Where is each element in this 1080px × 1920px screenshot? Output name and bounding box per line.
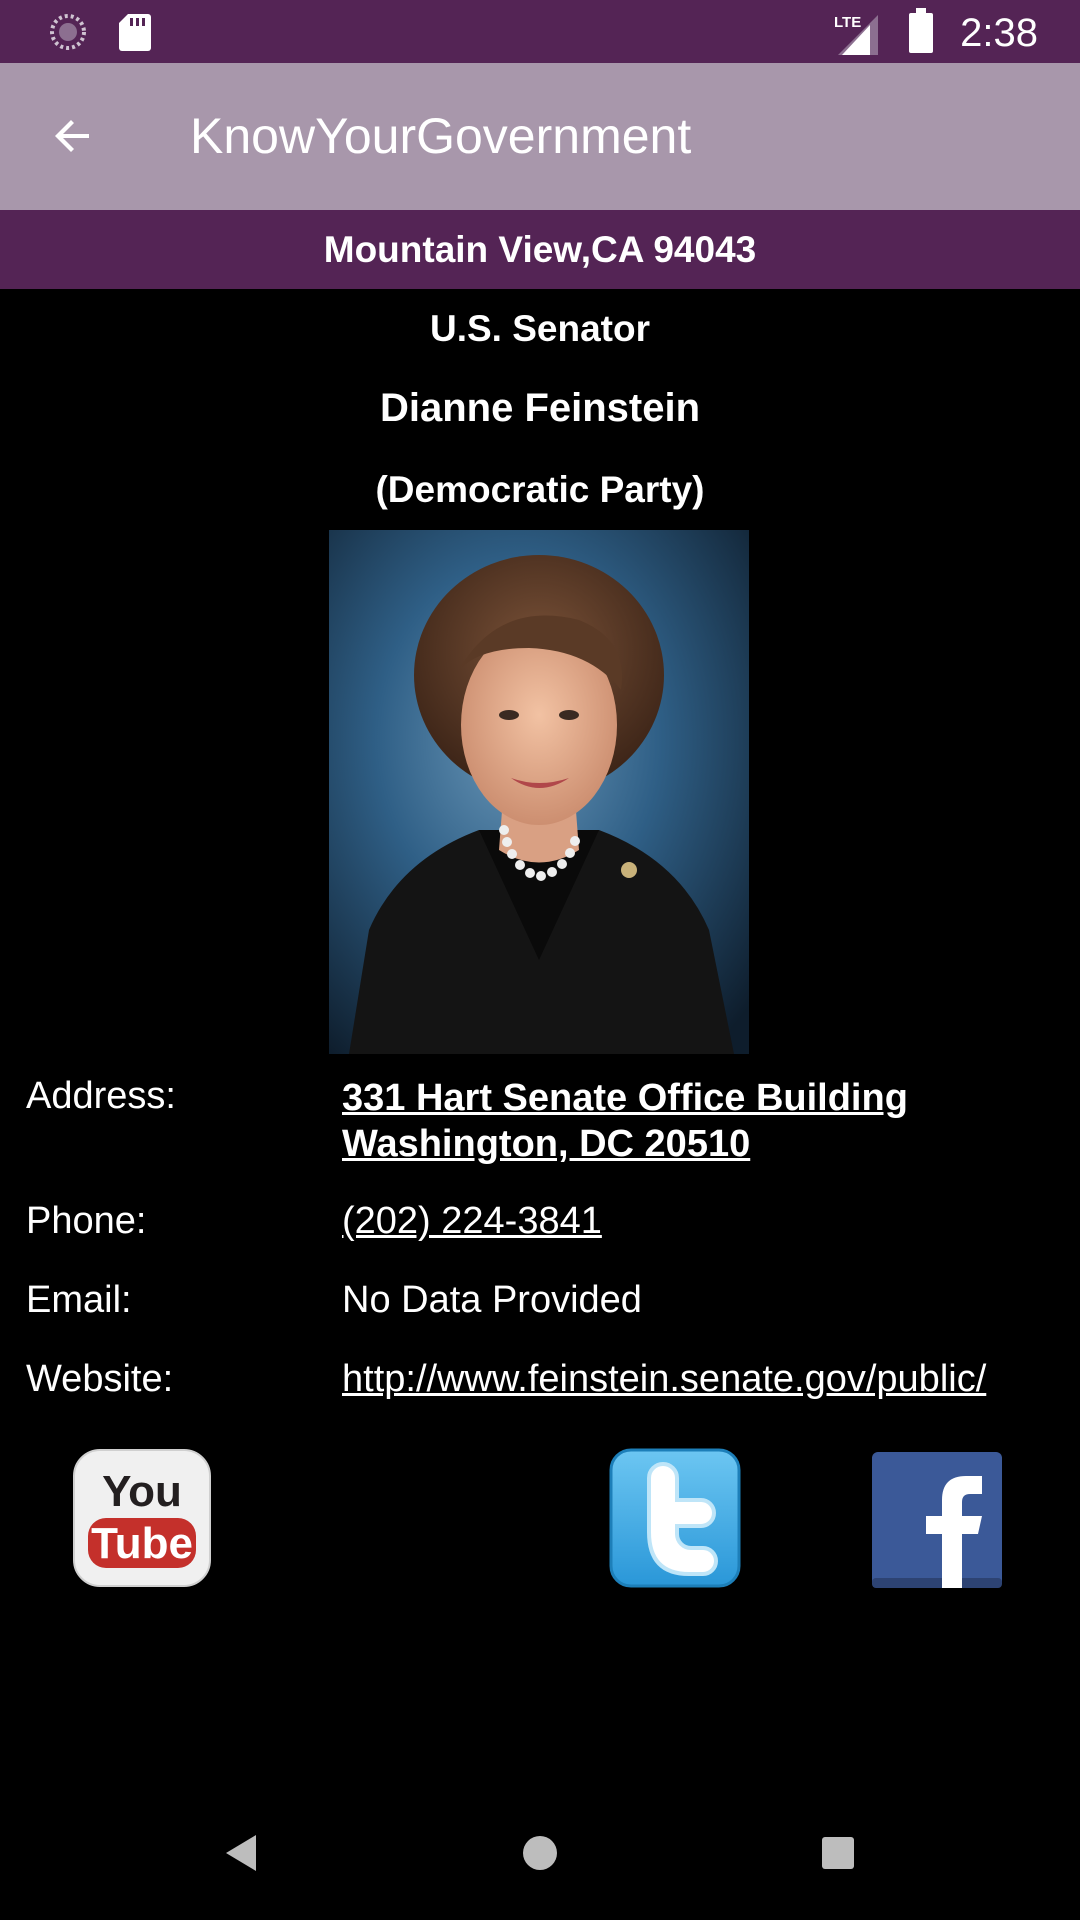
back-button[interactable] [38,103,108,173]
sd-card-icon [118,12,152,57]
official-photo [329,530,749,1054]
signal-icon: LTE [834,11,882,57]
sync-icon [48,12,88,57]
nav-home-icon [520,1833,560,1878]
nav-recents-button[interactable] [803,1820,873,1890]
email-value: No Data Provided [342,1279,642,1321]
nav-back-icon [220,1831,260,1880]
facebook-button[interactable] [870,1450,1004,1595]
youtube-icon: You Tube [73,1449,211,1587]
official-office: U.S. Senator [430,308,650,349]
youtube-you-text: You [102,1467,182,1516]
twitter-icon [609,1448,741,1588]
location-label: Mountain View,CA 94043 [323,228,757,270]
official-party: (Democratic Party) [375,469,705,510]
address-line-1: 331 Hart Senate Office Building [342,1077,908,1119]
twitter-button[interactable] [609,1448,741,1593]
battery-icon [908,8,934,59]
address-line-2: Washington, DC 20510 [342,1123,751,1165]
navigation-bar [0,1790,1080,1920]
address-link[interactable]: 331 Hart Senate Office Building Washingt… [342,1075,908,1167]
app-bar: KnowYourGovernment [0,63,1080,210]
youtube-button[interactable]: You Tube [72,1448,212,1593]
clock: 2:38 [960,11,1038,55]
phone-link[interactable]: (202) 224-3841 [342,1200,602,1243]
email-label: Email: [26,1279,132,1321]
nav-recents-icon [820,1835,856,1876]
address-label: Address: [26,1075,176,1117]
location-bar: Mountain View,CA 94043 [0,210,1080,289]
facebook-icon [872,1452,1002,1588]
nav-home-button[interactable] [505,1820,575,1890]
arrow-back-icon [49,112,97,165]
app-title: KnowYourGovernment [190,108,692,164]
official-name: Dianne Feinstein [379,386,701,430]
youtube-tube-text: Tube [91,1519,193,1568]
website-label: Website: [26,1358,174,1400]
network-type-label: LTE [834,14,861,31]
nav-back-button[interactable] [205,1820,275,1890]
website-link[interactable]: http://www.feinstein.senate.gov/public/ [342,1358,986,1401]
status-bar: LTE 2:38 [0,0,1080,63]
phone-label: Phone: [26,1200,147,1242]
